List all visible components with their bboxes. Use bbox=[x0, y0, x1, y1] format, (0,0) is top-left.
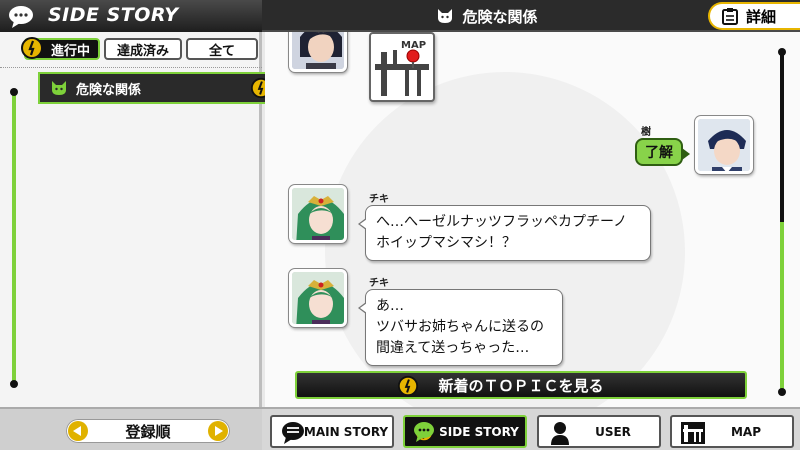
top-bar: SIDE STORY 危険な関係 詳細 bbox=[0, 0, 800, 32]
nav-label: MAIN STORY bbox=[303, 424, 389, 439]
message-line: ホイップマシマシ！？ bbox=[376, 235, 516, 251]
avatar-chiki bbox=[289, 185, 347, 243]
topic-header: 危険な関係 bbox=[262, 0, 712, 32]
message-line: ツバサお姉ちゃんに送るの bbox=[376, 319, 544, 335]
topic-title: 危険な関係 bbox=[462, 7, 538, 26]
alert-badge-icon bbox=[397, 375, 419, 397]
chat-logo-icon bbox=[9, 6, 33, 28]
nav-user[interactable]: USER bbox=[537, 415, 661, 448]
speaker-name: チキ bbox=[369, 278, 389, 289]
detail-button[interactable]: 詳細 bbox=[708, 2, 800, 30]
clipboard-icon bbox=[722, 8, 738, 25]
filter-tabs: 進行中 達成済み 全て bbox=[21, 37, 258, 60]
chat-scrollbar[interactable] bbox=[778, 48, 786, 396]
tab-completed[interactable]: 達成済み bbox=[104, 38, 182, 60]
cat-icon bbox=[438, 9, 453, 23]
chat-area: MAP 樹 了解 チキ へ…へーゼルナッツフラッペカプチーノ ホイップマシマシ！… bbox=[265, 32, 800, 407]
speech-bubble-icon bbox=[282, 422, 304, 444]
alert-badge-icon bbox=[21, 37, 43, 59]
nav-label: SIDE STORY bbox=[439, 424, 519, 439]
sort-area: 登録順 bbox=[0, 409, 262, 450]
new-topic-button[interactable]: 新着のＴＯＰＩＣを見る bbox=[295, 371, 747, 399]
reply-bubble: 了解 bbox=[635, 138, 690, 166]
tab-label: 進行中 bbox=[50, 43, 90, 59]
nav-label: MAP bbox=[730, 424, 762, 439]
speaker-name: 樹 bbox=[641, 127, 651, 138]
tab-all[interactable]: 全て bbox=[186, 38, 258, 60]
topic-list-panel: 進行中 達成済み 全て 危険な関係 bbox=[0, 32, 280, 407]
map-icon bbox=[681, 422, 705, 444]
speaker-name: チキ bbox=[369, 194, 389, 205]
nav-side-story[interactable]: SIDE STORY bbox=[403, 415, 527, 448]
avatar-chiki bbox=[289, 269, 347, 327]
divider bbox=[0, 67, 262, 68]
app-header: SIDE STORY bbox=[0, 0, 262, 32]
map-image[interactable]: MAP bbox=[369, 32, 435, 102]
tab-label: 全て bbox=[208, 43, 235, 59]
tab-in-progress[interactable]: 進行中 bbox=[21, 37, 100, 60]
arrow-left-icon[interactable] bbox=[68, 421, 88, 441]
detail-label: 詳細 bbox=[746, 7, 777, 26]
topic-item-label: 危険な関係 bbox=[76, 82, 142, 98]
message-line: へ…へーゼルナッツフラッペカプチーノ bbox=[376, 214, 628, 230]
message-bubble: あ… ツバサお姉ちゃんに送るの 間違えて送っちゃった… bbox=[358, 289, 563, 366]
sort-label: 登録順 bbox=[125, 422, 171, 441]
tab-label: 達成済み bbox=[116, 43, 169, 59]
arrow-right-icon[interactable] bbox=[208, 421, 228, 441]
nav-map[interactable]: MAP bbox=[670, 415, 794, 448]
bottom-bar: 登録順 MAIN STORY SIDE STORY USER MAP bbox=[0, 407, 800, 450]
left-scrollbar[interactable] bbox=[10, 88, 18, 388]
message-bubble: へ…へーゼルナッツフラッペカプチーノ ホイップマシマシ！？ bbox=[358, 205, 651, 261]
avatar-player bbox=[695, 116, 753, 174]
message-line: 間違えて送っちゃった… bbox=[376, 340, 530, 356]
avatar-male-dark-hair bbox=[289, 32, 347, 72]
new-topic-label: 新着のＴＯＰＩＣを見る bbox=[438, 376, 604, 395]
topic-list-item[interactable]: 危険な関係 bbox=[38, 72, 280, 104]
map-label: MAP bbox=[401, 40, 426, 51]
app-title: SIDE STORY bbox=[48, 4, 179, 26]
message-line: あ… bbox=[376, 298, 404, 314]
chat-bubbles-icon bbox=[414, 422, 434, 442]
person-icon bbox=[551, 422, 569, 445]
nav-label: USER bbox=[595, 424, 631, 439]
sort-selector[interactable]: 登録順 bbox=[66, 419, 230, 443]
cat-icon bbox=[52, 81, 66, 95]
nav-main-story[interactable]: MAIN STORY bbox=[270, 415, 394, 448]
